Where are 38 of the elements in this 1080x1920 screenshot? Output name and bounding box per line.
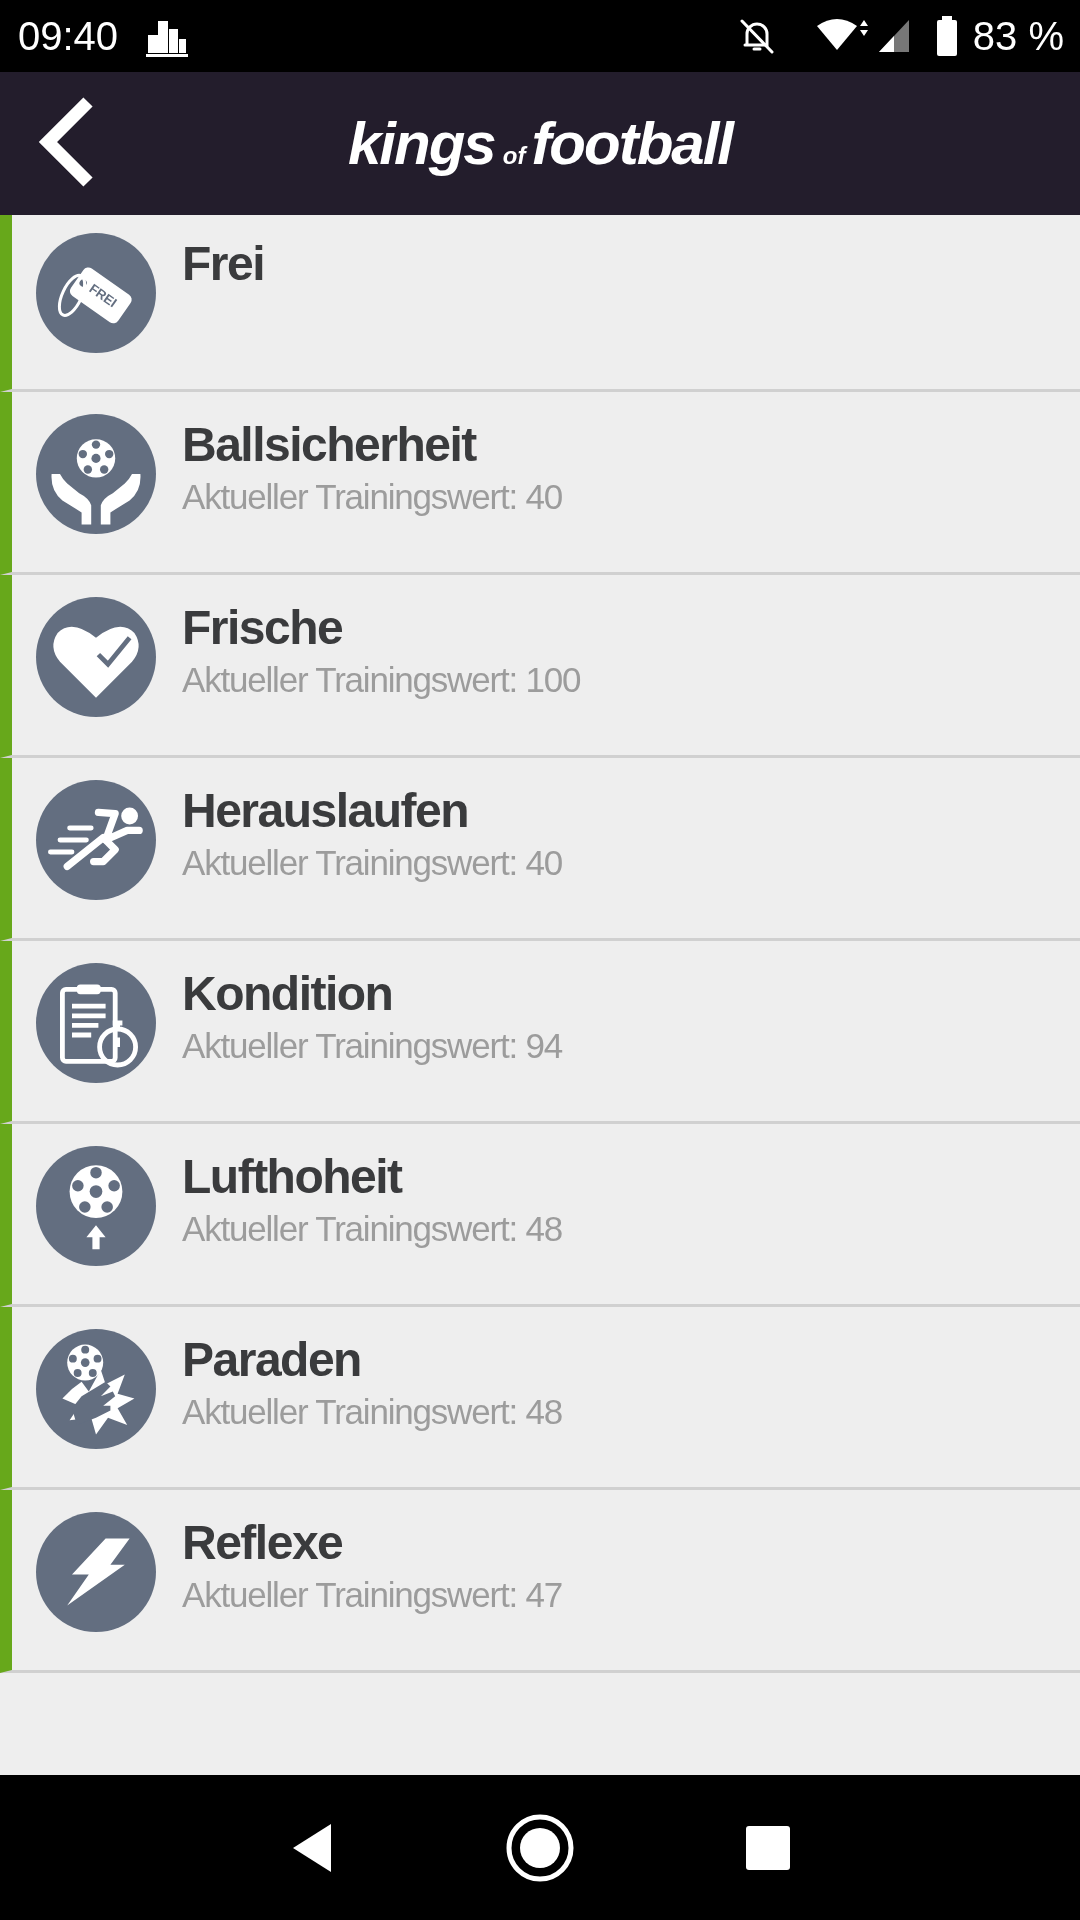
battery-percent: 83 %: [972, 13, 1064, 60]
item-title: Kondition: [182, 966, 394, 1022]
item-title: Ballsicherheit: [182, 417, 478, 473]
logo-text: football: [531, 108, 732, 179]
item-subtitle: Aktueller Trainingswert: 40: [182, 475, 562, 518]
item-title: Reflexe: [182, 1515, 344, 1571]
item-subtitle: Aktueller Trainingswert: 94: [182, 1024, 562, 1067]
item-title: Frei: [182, 236, 265, 292]
runner-icon: [36, 780, 156, 900]
item-subtitle: Aktueller Trainingswert: 47: [182, 1573, 562, 1616]
item-subtitle: Aktueller Trainingswert: 48: [182, 1207, 562, 1250]
item-subtitle: Aktueller Trainingswert: 100: [182, 658, 581, 701]
list-item[interactable]: Lufthoheit Aktueller Trainingswert: 48: [0, 1124, 1080, 1307]
logo-text: kings: [348, 108, 495, 179]
hands-ball-icon: [36, 414, 156, 534]
hand-ball-icon: [36, 1329, 156, 1449]
square-recents-icon: [745, 1824, 791, 1871]
item-title: Paraden: [182, 1332, 362, 1388]
list-item[interactable]: Kondition Aktueller Trainingswert: 94: [0, 941, 1080, 1124]
home-nav-button[interactable]: [505, 1812, 575, 1883]
item-subtitle: Aktueller Trainingswert: 40: [182, 841, 562, 884]
item-subtitle: Aktueller Trainingswert: 48: [182, 1390, 562, 1433]
item-title: Frische: [182, 600, 344, 656]
item-title: Lufthoheit: [182, 1149, 404, 1205]
list-item[interactable]: Herauslaufen Aktueller Trainingswert: 40: [0, 758, 1080, 941]
recents-nav-button[interactable]: [745, 1824, 791, 1871]
home-circle-icon: [505, 1812, 575, 1883]
list-item[interactable]: Paraden Aktueller Trainingswert: 48: [0, 1307, 1080, 1490]
list-item[interactable]: Reflexe Aktueller Trainingswert: 47: [0, 1490, 1080, 1673]
list-item[interactable]: Ballsicherheit Aktueller Trainingswert: 40: [0, 392, 1080, 575]
battery-icon: [934, 15, 959, 57]
list-item[interactable]: Frische Aktueller Trainingswert: 100: [0, 575, 1080, 758]
clock-time: 09:40: [18, 13, 119, 60]
lightning-icon: [36, 1512, 156, 1632]
heart-check-icon: [36, 597, 156, 717]
item-title: Herauslaufen: [182, 783, 470, 839]
logo-text: of: [502, 140, 526, 171]
clipboard-stopwatch-icon: [36, 963, 156, 1083]
